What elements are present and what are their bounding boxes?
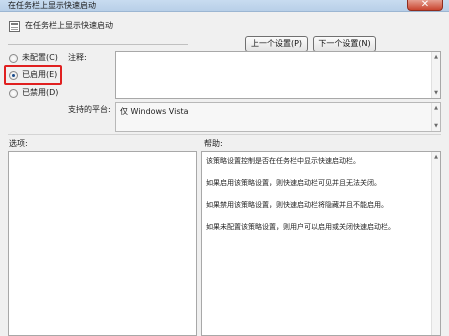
supported-platform-box: 仅 Windows Vista ▲ ▼ bbox=[115, 102, 441, 132]
options-pane bbox=[8, 151, 197, 336]
options-label: 选项: bbox=[9, 139, 28, 148]
help-paragraph: 如果未配置该策略设置，则用户可以启用或关闭快速启动栏。 bbox=[206, 223, 395, 231]
scroll-down-icon[interactable]: ▼ bbox=[433, 123, 439, 129]
supported-platform-value: 仅 Windows Vista bbox=[120, 107, 189, 116]
scroll-up-icon[interactable]: ▲ bbox=[433, 105, 439, 111]
radio-disabled[interactable]: 已禁用(D) bbox=[9, 87, 58, 99]
scroll-up-icon[interactable]: ▲ bbox=[433, 154, 439, 160]
help-label: 帮助: bbox=[204, 139, 223, 148]
help-paragraph: 如果启用该策略设置，则快速启动栏可见并且无法关闭。 bbox=[206, 179, 381, 187]
radio-not-configured-label: 未配置(C) bbox=[22, 53, 58, 62]
comment-textarea[interactable]: ▲ ▼ bbox=[115, 51, 441, 99]
policy-dialog: 在任务栏上显示快速启动 上一个设置(P) 下一个设置(N) 未配置(C) 已启用… bbox=[0, 12, 449, 336]
policy-setting-icon bbox=[9, 21, 20, 32]
next-setting-button[interactable]: 下一个设置(N) bbox=[313, 36, 376, 52]
help-scrollbar[interactable]: ▲ bbox=[431, 152, 440, 335]
header-divider bbox=[8, 44, 188, 45]
help-pane: 该策略设置控制是否在任务栏中显示快速启动栏。 如果启用该策略设置，则快速启动栏可… bbox=[201, 151, 441, 336]
close-button[interactable]: ✕ bbox=[407, 0, 443, 11]
enabled-highlight-box bbox=[4, 65, 62, 85]
previous-setting-button[interactable]: 上一个设置(P) bbox=[245, 36, 308, 52]
help-paragraph: 该策略设置控制是否在任务栏中显示快速启动栏。 bbox=[206, 157, 360, 165]
help-paragraph: 如果禁用该策略设置，则快速启动栏将隐藏并且不能启用。 bbox=[206, 201, 388, 209]
help-text: 该策略设置控制是否在任务栏中显示快速启动栏。 如果启用该策略设置，则快速启动栏可… bbox=[206, 157, 428, 245]
platform-scrollbar[interactable]: ▲ ▼ bbox=[431, 103, 440, 131]
radio-disabled-label: 已禁用(D) bbox=[22, 88, 59, 97]
radio-not-configured[interactable]: 未配置(C) bbox=[9, 52, 58, 64]
radio-disabled-control[interactable] bbox=[9, 88, 18, 98]
supported-platform-label: 支持的平台: bbox=[68, 105, 111, 114]
section-divider bbox=[8, 134, 441, 135]
comment-scrollbar[interactable]: ▲ ▼ bbox=[431, 52, 440, 98]
scroll-down-icon[interactable]: ▼ bbox=[433, 90, 439, 96]
radio-not-configured-control[interactable] bbox=[9, 53, 18, 63]
scroll-up-icon[interactable]: ▲ bbox=[433, 54, 439, 60]
window-title: 在任务栏上显示快速启动 bbox=[8, 1, 96, 10]
comment-label: 注释: bbox=[68, 53, 87, 62]
title-bar: 在任务栏上显示快速启动 ✕ bbox=[0, 0, 449, 12]
setting-title: 在任务栏上显示快速启动 bbox=[25, 21, 113, 30]
